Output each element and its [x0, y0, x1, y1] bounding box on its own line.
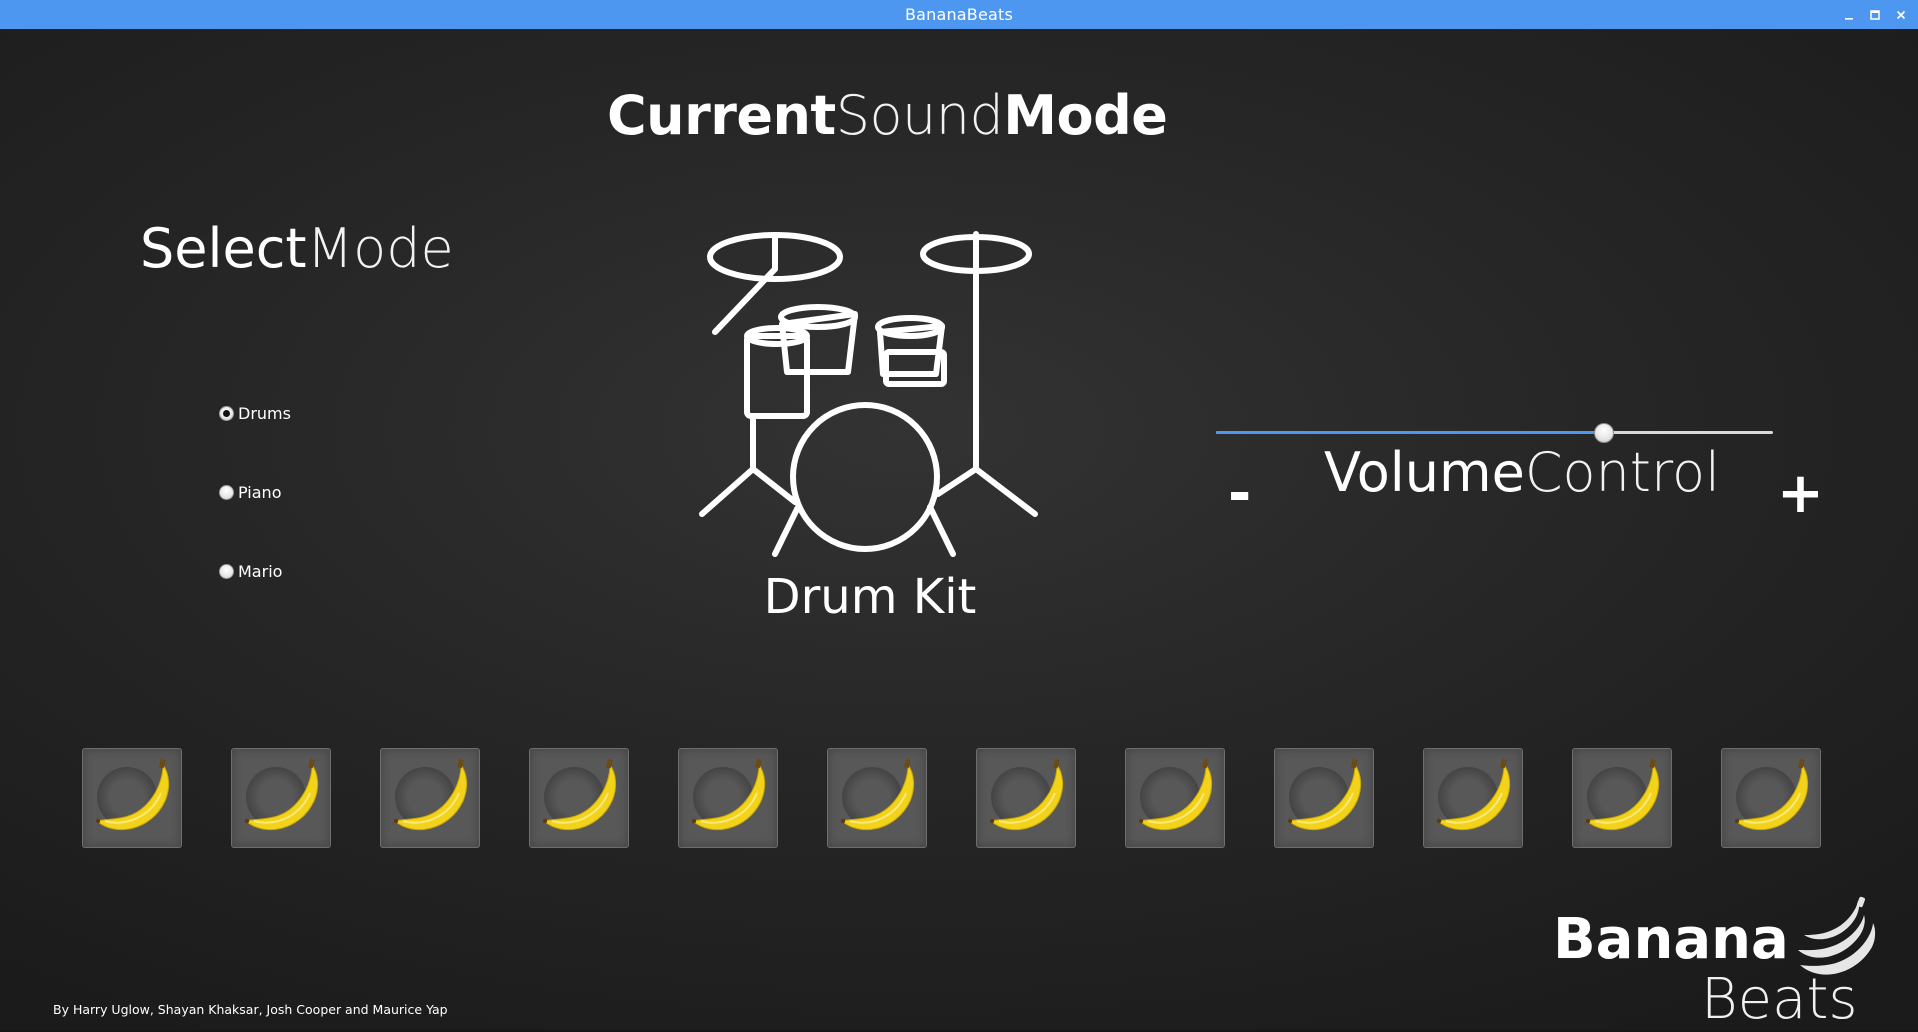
current-sound-mode-heading: CurrentSoundMode: [607, 89, 1168, 143]
slider-thumb[interactable]: [1594, 423, 1615, 443]
banana-icon: [840, 758, 915, 831]
banana-icon: [1287, 758, 1362, 831]
close-button[interactable]: [1890, 4, 1912, 26]
radio-label: Piano: [238, 483, 282, 502]
radio-button[interactable]: [219, 564, 234, 579]
minimize-button[interactable]: [1838, 4, 1860, 26]
sound-pad-6[interactable]: [827, 748, 927, 848]
sound-pad-11[interactable]: [1572, 748, 1672, 848]
volume-down-button[interactable]: -: [1228, 466, 1251, 522]
sound-pad-2[interactable]: [231, 748, 331, 848]
instrument-label: Drum Kit: [763, 569, 977, 625]
sound-pad-row: [82, 748, 1822, 848]
maximize-icon: [1870, 9, 1880, 20]
heading-part: Select: [140, 217, 307, 280]
logo-word-banana: Banana: [1553, 907, 1789, 972]
banana-icon: [1585, 758, 1660, 831]
radio-label: Mario: [238, 562, 283, 581]
banana-icon: [95, 758, 170, 831]
heading-part: Control: [1524, 441, 1721, 504]
radio-label: Drums: [238, 404, 291, 423]
radio-option-mario[interactable]: Mario: [219, 562, 282, 581]
credits-text: By Harry Uglow, Shayan Khaksar, Josh Coo…: [53, 1002, 448, 1017]
banana-icon: [989, 758, 1064, 831]
volume-up-button[interactable]: +: [1777, 466, 1824, 522]
close-icon: [1896, 10, 1906, 19]
banana-bunch-icon: [1798, 896, 1876, 975]
sound-pad-7[interactable]: [976, 748, 1076, 848]
volume-control-heading: VolumeControl: [1324, 446, 1720, 500]
banana-icon: [1138, 758, 1213, 831]
heading-part: Volume: [1324, 441, 1525, 504]
heading-part: Mode: [1003, 84, 1168, 147]
radio-selected-dot: [223, 410, 230, 417]
window-title: BananaBeats: [904, 5, 1014, 24]
heading-part: Sound: [835, 84, 1004, 147]
title-bar[interactable]: BananaBeats: [0, 0, 1918, 29]
minimize-icon: [1845, 17, 1853, 20]
banana-icon: [1734, 758, 1809, 831]
select-mode-heading: SelectMode: [140, 222, 454, 276]
radio-button[interactable]: [219, 485, 234, 500]
sound-pad-4[interactable]: [529, 748, 629, 848]
drum-kit-icon: [699, 231, 1038, 557]
radio-option-drums[interactable]: Drums: [219, 404, 291, 423]
banana-icon: [691, 758, 766, 831]
banana-icon: [542, 758, 617, 831]
sound-pad-10[interactable]: [1423, 748, 1523, 848]
slider-fill: [1216, 431, 1605, 434]
app-window: BananaBeats CurrentSoundMode SelectMode …: [0, 0, 1918, 1030]
banana-icon: [393, 758, 468, 831]
sound-pad-8[interactable]: [1125, 748, 1225, 848]
radio-button[interactable]: [219, 406, 234, 421]
banana-icon: [1436, 758, 1511, 831]
heading-part: Mode: [306, 217, 454, 280]
main-content: CurrentSoundMode SelectMode Drums Piano …: [0, 29, 1918, 1030]
banana-icon: [244, 758, 319, 831]
sound-pad-1[interactable]: [82, 748, 182, 848]
radio-option-piano[interactable]: Piano: [219, 483, 281, 502]
sound-pad-9[interactable]: [1274, 748, 1374, 848]
heading-part: Current: [607, 84, 836, 147]
maximize-button[interactable]: [1864, 4, 1886, 26]
sound-pad-5[interactable]: [678, 748, 778, 848]
sound-pad-3[interactable]: [380, 748, 480, 848]
sound-pad-12[interactable]: [1721, 748, 1821, 848]
window-controls: [1838, 0, 1912, 29]
